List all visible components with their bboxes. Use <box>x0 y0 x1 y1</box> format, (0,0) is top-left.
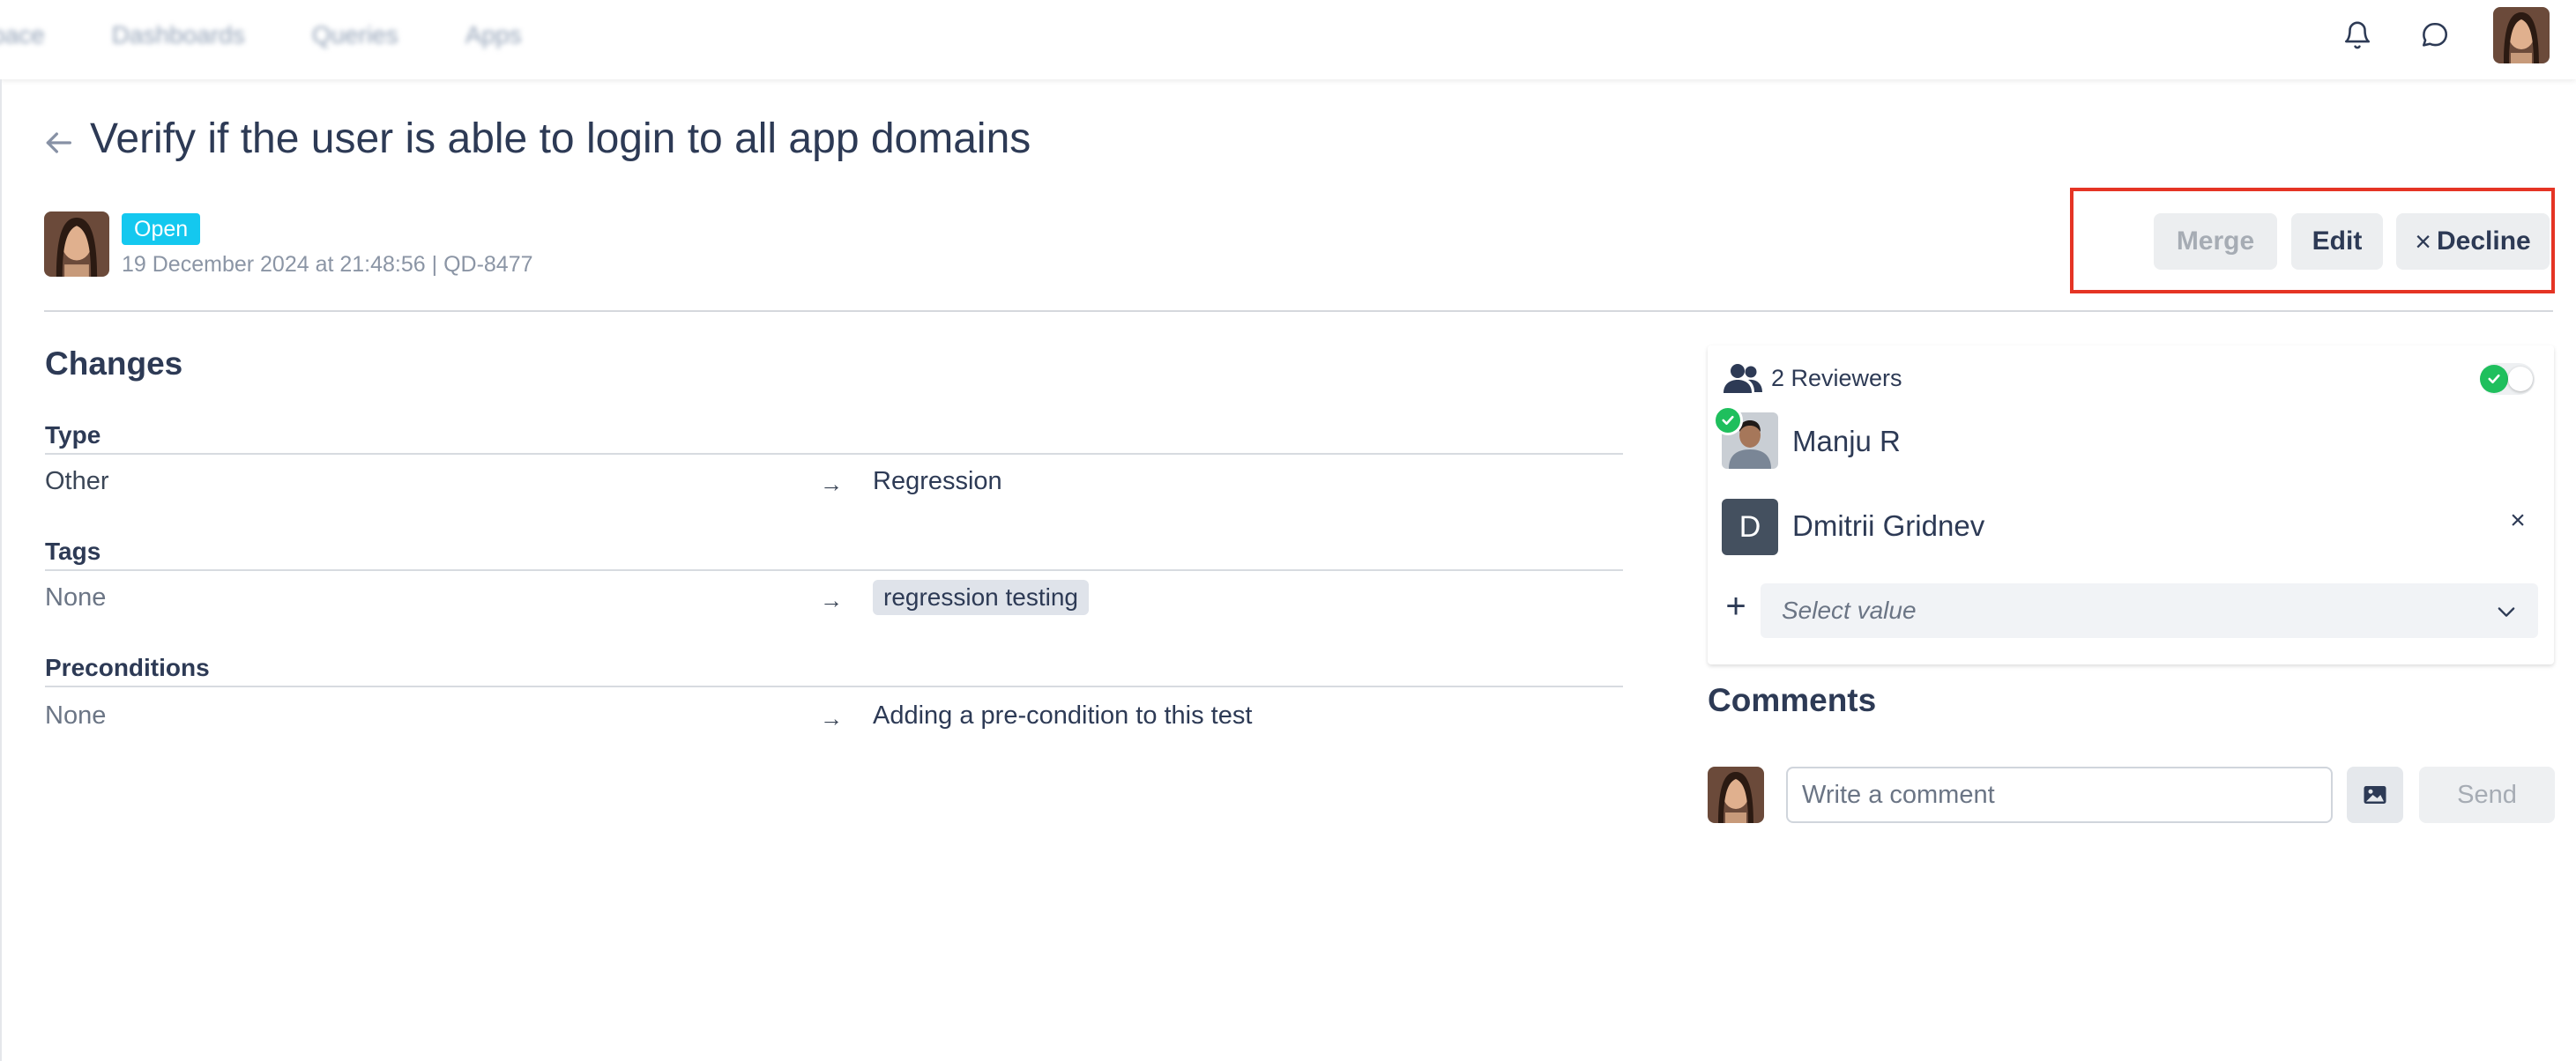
chat-bubble-icon[interactable] <box>2416 16 2454 55</box>
nav-link-dashboards[interactable]: Dashboards <box>112 21 245 49</box>
decline-button[interactable]: × Decline <box>2396 213 2550 270</box>
field-divider <box>45 569 1623 571</box>
merge-button-label: Merge <box>2176 226 2255 256</box>
decline-button-label: Decline <box>2436 226 2531 256</box>
comment-input[interactable] <box>1786 767 2333 823</box>
bell-icon[interactable] <box>2338 16 2377 55</box>
plus-icon[interactable]: + <box>1720 589 1752 624</box>
field-divider <box>45 453 1623 455</box>
users-icon <box>1722 361 1764 397</box>
edit-button[interactable]: Edit <box>2291 213 2383 270</box>
approved-check-icon <box>1713 405 1743 435</box>
created-date-and-id: 19 December 2024 at 21:48:56 | QD-8477 <box>122 252 533 277</box>
changes-title: Changes <box>45 345 183 382</box>
field-divider <box>45 686 1623 687</box>
reviewer-name: Dmitrii Gridnev <box>1792 509 1985 542</box>
header-divider <box>44 310 2553 312</box>
edit-button-label: Edit <box>2312 226 2363 256</box>
arrow-right-icon: → <box>820 705 843 731</box>
field-label-type: Type <box>45 421 101 449</box>
page-title: Verify if the user is able to login to a… <box>90 115 1031 162</box>
user-avatar[interactable] <box>2493 7 2550 63</box>
top-navigation-bar: pace Dashboards Queries Apps <box>0 0 2576 79</box>
author-avatar <box>44 211 109 277</box>
image-icon <box>2364 786 2386 804</box>
select-placeholder: Select value <box>1782 597 1917 624</box>
field-label-preconditions: Preconditions <box>45 654 210 681</box>
reviewer-name: Manju R <box>1792 425 1901 457</box>
left-border <box>0 79 2 1061</box>
header-actions <box>2338 7 2550 63</box>
check-icon <box>2480 365 2508 393</box>
reviewers-panel: 2 Reviewers Manju R D Dmitrii Gridnev × … <box>1708 345 2554 664</box>
back-arrow-icon[interactable] <box>41 125 76 160</box>
field-label-tags: Tags <box>45 538 101 565</box>
remove-reviewer-icon[interactable]: × <box>2505 506 2531 535</box>
reviewers-toggle[interactable] <box>2480 363 2535 395</box>
send-button-label: Send <box>2457 780 2517 809</box>
arrow-right-icon: → <box>820 587 843 613</box>
nav-link-apps[interactable]: Apps <box>465 21 522 49</box>
nav-link-queries[interactable]: Queries <box>312 21 398 49</box>
send-button[interactable]: Send <box>2419 767 2555 823</box>
old-value-preconditions: None <box>45 701 107 730</box>
reviewer-select[interactable]: Select value <box>1761 583 2538 638</box>
toggle-knob <box>2508 367 2533 391</box>
status-badge: Open <box>122 213 201 245</box>
commenter-avatar <box>1708 767 1764 823</box>
tag-chip: regression testing <box>873 580 1090 615</box>
arrow-right-icon: → <box>820 471 843 497</box>
merge-button[interactable]: Merge <box>2154 213 2277 270</box>
new-value-type: Regression <box>873 467 1002 495</box>
nav-links: pace Dashboards Queries Apps <box>0 21 522 49</box>
close-icon: × <box>2415 225 2431 257</box>
chevron-down-icon <box>2494 599 2519 624</box>
old-value-tags: None <box>45 583 107 612</box>
nav-link-workspace[interactable]: pace <box>0 21 45 49</box>
reviewer-initial-avatar: D <box>1722 499 1778 555</box>
new-value-preconditions: Adding a pre-condition to this test <box>873 701 1253 730</box>
old-value-type: Other <box>45 467 109 495</box>
attach-image-button[interactable] <box>2347 767 2403 823</box>
reviewers-count: 2 Reviewers <box>1771 365 1902 391</box>
comments-title: Comments <box>1708 682 1877 718</box>
